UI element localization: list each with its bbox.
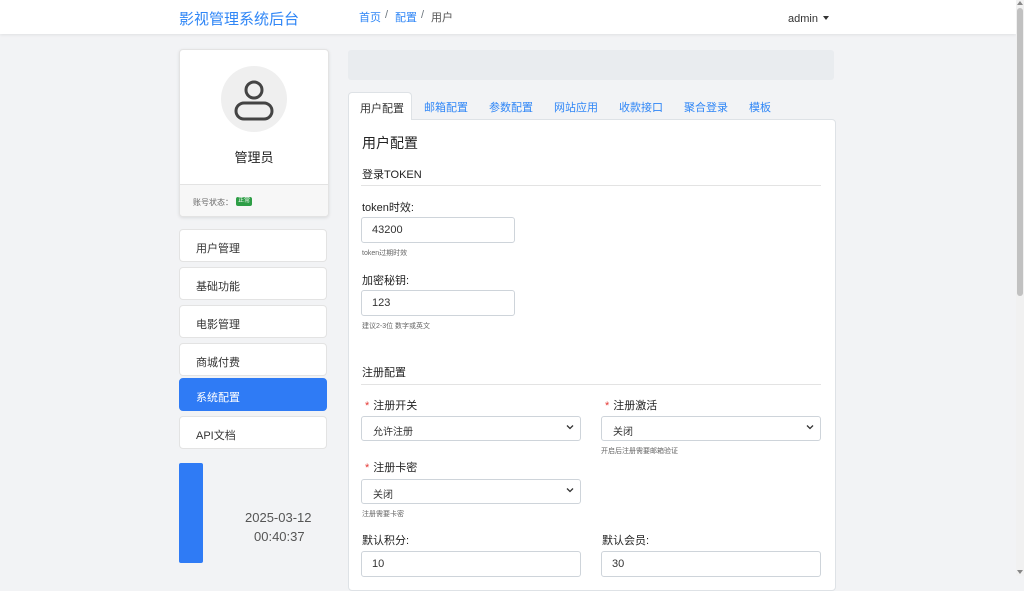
clock-date: 2025-03-12 xyxy=(245,510,312,525)
username[interactable]: admin xyxy=(788,13,818,25)
user-avatar-icon xyxy=(234,80,274,121)
register-activate-hint: 开启后注册需要邮箱验证 xyxy=(601,448,678,455)
tab-aggregate-login[interactable]: 聚合登录 xyxy=(684,99,728,115)
sidebar-item-shop[interactable]: 商城付费 xyxy=(179,343,327,376)
breadcrumb-separator: / xyxy=(421,9,425,21)
sidebar-item-api-docs[interactable]: API文档 xyxy=(179,416,327,449)
register-activate-label: * 注册激活 xyxy=(605,397,657,413)
secret-key-hint: 建议2-3位 数字或英文 xyxy=(362,323,431,330)
register-activate-value: 关闭 xyxy=(613,427,633,438)
status-label: 账号状态： xyxy=(193,198,233,207)
clock-decoration xyxy=(179,463,203,563)
tab-payment[interactable]: 收款接口 xyxy=(619,99,663,115)
section-login-token: 登录TOKEN xyxy=(362,169,422,181)
register-card-select[interactable]: 关闭 xyxy=(361,479,581,504)
register-card-hint: 注册需要卡密 xyxy=(362,511,404,518)
sidebar-item-movies[interactable]: 电影管理 xyxy=(179,305,327,338)
panel-title: 用户配置 xyxy=(362,135,418,151)
register-card-value: 关闭 xyxy=(373,490,393,501)
sidebar-item-label: 基础功能 xyxy=(196,281,240,293)
brand-title[interactable]: 影视管理系统后台 xyxy=(179,8,299,29)
token-expiry-label: token时效: xyxy=(362,202,414,214)
default-member-input[interactable] xyxy=(601,551,821,577)
secret-key-label: 加密秘钥: xyxy=(362,275,410,287)
register-card-label: * 注册卡密 xyxy=(365,459,417,475)
sidebar-item-label: 用户管理 xyxy=(196,243,240,255)
breadcrumb-current: 用户 xyxy=(431,12,453,24)
clock-time: 00:40:37 xyxy=(254,529,305,544)
account-status: 账号状态： 正常 xyxy=(180,184,328,216)
sidebar-item-label: 系统配置 xyxy=(196,392,240,404)
register-switch-label: * 注册开关 xyxy=(365,397,417,413)
tab-param-config[interactable]: 参数配置 xyxy=(489,99,533,115)
register-card-label-text: 注册卡密 xyxy=(373,462,418,474)
chevron-down-icon xyxy=(806,425,814,430)
profile-card: 管理员 账号状态： 正常 xyxy=(179,49,329,217)
status-badge: 正常 xyxy=(236,197,253,206)
scrollbar-thumb[interactable] xyxy=(1017,8,1023,296)
avatar xyxy=(221,66,287,132)
register-activate-label-text: 注册激活 xyxy=(613,400,658,412)
register-activate-select[interactable]: 关闭 xyxy=(601,416,821,441)
token-expiry-input[interactable] xyxy=(361,217,515,243)
top-navbar: 影视管理系统后台 admin xyxy=(0,0,1016,34)
scroll-up-icon[interactable] xyxy=(1017,1,1023,5)
sidebar-item-label: 电影管理 xyxy=(196,319,240,331)
sidebar-item-label: API文档 xyxy=(196,430,236,442)
chevron-down-icon xyxy=(566,488,574,493)
tab-site-apps[interactable]: 网站应用 xyxy=(554,99,598,115)
tab-label: 用户配置 xyxy=(360,103,404,115)
user-menu[interactable]: admin xyxy=(788,13,829,25)
secret-key-input[interactable] xyxy=(361,290,515,316)
section-divider xyxy=(361,384,821,385)
user-role: 管理员 xyxy=(234,150,274,165)
register-switch-label-text: 注册开关 xyxy=(373,400,418,412)
sidebar-item-system-config[interactable]: 系统配置 xyxy=(179,378,327,411)
sidebar-item-label: 商城付费 xyxy=(196,357,240,369)
required-mark: * xyxy=(365,400,370,412)
default-points-label: 默认积分: xyxy=(362,535,410,547)
tab-user-config[interactable]: 用户配置 xyxy=(348,92,412,120)
default-points-input[interactable] xyxy=(361,551,581,577)
caret-down-icon[interactable] xyxy=(822,16,829,20)
breadcrumb-config[interactable]: 配置 xyxy=(395,9,417,25)
register-switch-value: 允许注册 xyxy=(373,427,413,438)
config-panel xyxy=(348,119,836,591)
section-divider xyxy=(361,185,821,186)
sidebar-item-basic[interactable]: 基础功能 xyxy=(179,267,327,300)
tab-templates[interactable]: 模板 xyxy=(749,99,771,115)
chevron-down-icon xyxy=(566,425,574,430)
default-member-label: 默认会员: xyxy=(602,535,650,547)
token-expiry-hint: token过期时效 xyxy=(362,250,408,257)
register-switch-select[interactable]: 允许注册 xyxy=(361,416,581,441)
section-register: 注册配置 xyxy=(362,367,406,379)
tab-mail-config[interactable]: 邮箱配置 xyxy=(424,99,468,115)
required-mark: * xyxy=(605,400,610,412)
breadcrumb-home[interactable]: 首页 xyxy=(359,9,381,25)
scroll-down-icon[interactable] xyxy=(1017,570,1023,574)
breadcrumb-separator: / xyxy=(385,9,389,21)
required-mark: * xyxy=(365,462,370,474)
breadcrumb xyxy=(348,50,834,80)
sidebar-item-users[interactable]: 用户管理 xyxy=(179,229,327,262)
